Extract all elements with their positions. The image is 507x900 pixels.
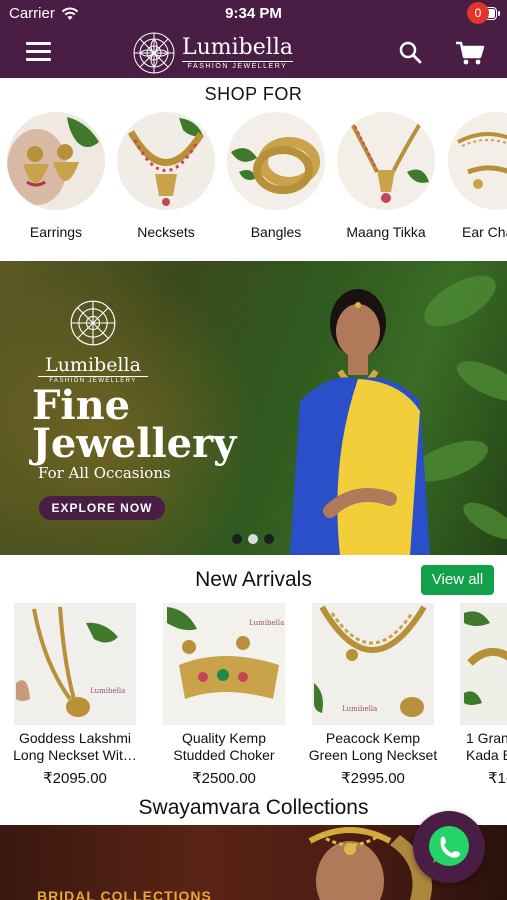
category-label: Ear Cha [462,224,507,240]
view-all-button[interactable]: View all [421,565,494,595]
product-carousel[interactable]: Lumibella Goddess Lakshmi Long Neckset W… [0,603,507,793]
mandala-logo-icon [133,32,175,74]
product-name: 1 Gran Kada B [452,730,507,764]
product-image: Lumibella [14,603,136,725]
category-image [117,112,215,210]
product-name-line1: Peacock Kemp [325,730,421,746]
category-label: Bangles [250,224,302,240]
cart-icon[interactable] [455,40,485,66]
product-price: ₹2500.00 [192,770,256,787]
product-name-line2: Green Long Neckset [308,747,438,763]
logo-name: Lumibella [182,35,293,60]
category-necksets[interactable]: Necksets [114,112,218,240]
banner-logo-name: Lumibella [45,354,141,376]
product-name-line1: Quality Kemp [181,730,267,746]
product-name: Quality Kemp Studded Choker [154,730,294,764]
product-card[interactable]: 1 Gran Kada B ₹1- [452,603,507,787]
category-image [227,112,325,210]
category-label: Necksets [137,224,195,240]
carousel-pagination[interactable] [232,534,274,544]
bridal-collections-label: BRIDAL COLLECTIONS [37,888,212,900]
product-price: ₹1- [488,770,507,787]
carousel-dot[interactable] [264,534,274,544]
top-nav: Lumibella FASHION JEWELLERY [0,28,507,78]
explore-now-button[interactable]: EXPLORE NOW [39,496,165,520]
whatsapp-button[interactable] [413,811,485,883]
category-label: Maang Tikka [346,224,426,240]
banner-headline: Fine Jewellery [32,386,237,467]
category-maang-tikka[interactable]: Maang Tikka [334,112,438,240]
hamburger-icon [26,42,51,45]
hamburger-icon-line [26,58,51,61]
product-watermark: Lumibella [249,619,284,627]
product-name-line2: Long Neckset Wit… [13,747,137,763]
search-icon[interactable] [398,40,422,64]
category-earrings[interactable]: Earrings [4,112,108,240]
carousel-dot[interactable] [232,534,242,544]
product-name-line2: Studded Choker [173,747,275,763]
product-card[interactable]: Lumibella Goddess Lakshmi Long Neckset W… [5,603,145,787]
product-watermark: Lumibella [342,705,377,713]
banner-logo: Lumibella FASHION JEWELLERY [38,299,148,384]
product-price: ₹2995.00 [341,770,405,787]
category-image [448,112,507,210]
product-price: ₹2095.00 [43,770,107,787]
product-name: Peacock Kemp Green Long Neckset [303,730,443,764]
product-name-line2: Kada B [466,747,507,763]
category-bangles[interactable]: Bangles [224,112,328,240]
category-image [7,112,105,210]
product-watermark: Lumibella [90,687,125,695]
banner-headline-line2: Jewellery [32,420,237,467]
whatsapp-icon [429,826,469,866]
logo-text: Lumibella FASHION JEWELLERY [182,36,293,70]
cart-count-badge: 0 [467,2,489,24]
model-photo [290,289,430,555]
product-image: Lumibella [312,603,434,725]
hamburger-menu-button[interactable] [26,42,51,62]
banner-subline: For All Occasions [38,464,171,482]
brand-logo[interactable]: Lumibella FASHION JEWELLERY [132,30,293,76]
product-name-line1: 1 Gran [466,730,507,746]
category-carousel[interactable]: Earrings Necksets Bangles Maang Tikka Ea… [0,112,507,247]
hero-banner[interactable]: Lumibella FASHION JEWELLERY Fine Jewelle… [0,261,507,555]
hamburger-icon-line [26,50,51,53]
product-card[interactable]: Lumibella Quality Kemp Studded Choker ₹2… [154,603,294,787]
shop-for-title: SHOP FOR [204,84,303,104]
mandala-logo-icon [70,300,116,346]
product-image: Lumibella [163,603,285,725]
product-name: Goddess Lakshmi Long Neckset Wit… [5,730,145,764]
carousel-dot[interactable] [248,534,258,544]
logo-tagline: FASHION JEWELLERY [182,61,293,70]
category-ear-chains[interactable]: Ear Cha [444,112,507,240]
category-image [337,112,435,210]
status-bar: Carrier 9:34 PM [0,0,507,28]
app-screen: Carrier 9:34 PM Lumibella FASHION JEWELL… [0,0,507,900]
category-label: Earrings [29,224,83,240]
clock: 9:34 PM [225,5,282,22]
product-name-line1: Goddess Lakshmi [18,730,132,746]
product-image [460,603,507,725]
product-card[interactable]: Lumibella Peacock Kemp Green Long Neckse… [303,603,443,787]
